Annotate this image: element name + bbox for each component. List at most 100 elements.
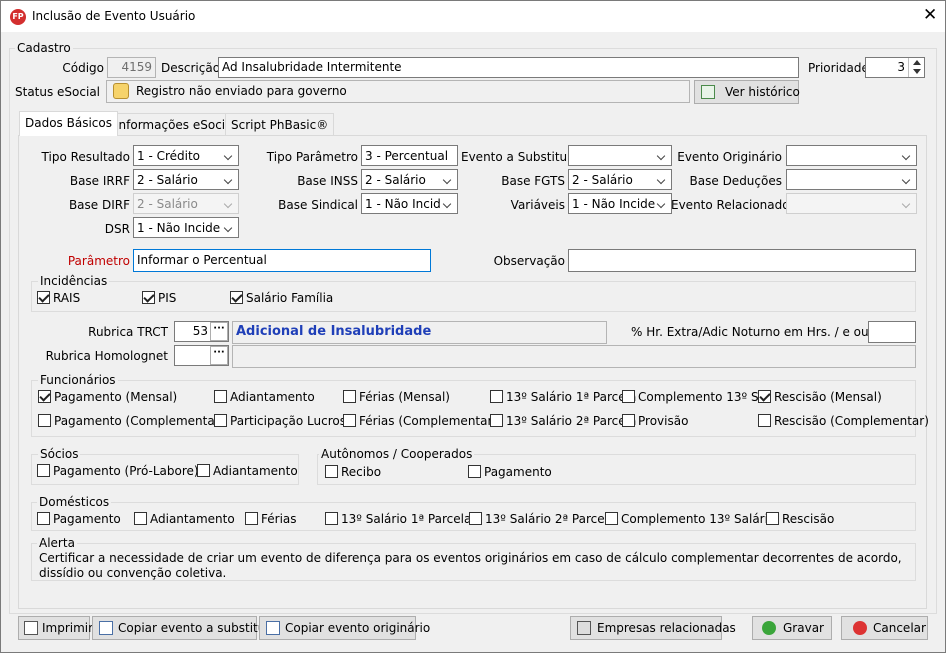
checkbox-icon[interactable]	[622, 390, 635, 403]
autonomos-pagamento-checkbox[interactable]: Pagamento	[468, 465, 552, 479]
pagamento-pro-labore-checkbox[interactable]: Pagamento (Pró-Labore)	[37, 464, 199, 478]
checkbox-icon[interactable]	[468, 465, 481, 478]
checkbox-icon[interactable]	[134, 512, 147, 525]
spin-down-icon[interactable]	[913, 69, 921, 74]
dom-adiantamento-checkbox[interactable]: Adiantamento	[134, 512, 235, 526]
checkbox-icon[interactable]	[37, 464, 50, 477]
tipo-resultado-value: 1 - Crédito	[137, 149, 201, 163]
checkbox-icon[interactable]	[605, 512, 618, 525]
dom-rescisao-checkbox[interactable]: Rescisão	[766, 512, 834, 526]
dom-complemento-13-checkbox[interactable]: Complemento 13º Salário	[605, 512, 775, 526]
checkbox-checked-icon[interactable]	[758, 390, 771, 403]
base-sindical-select[interactable]: 1 - Não Incide	[361, 193, 458, 214]
pagamento-mensal-checkbox[interactable]: Pagamento (Mensal)	[38, 390, 177, 404]
cancelar-button[interactable]: Cancelar	[841, 616, 928, 640]
chevron-down-icon[interactable]	[439, 195, 456, 212]
rais-checkbox[interactable]: RAIS	[37, 291, 80, 305]
base-irrf-select[interactable]: 2 - Salário	[133, 169, 239, 190]
ver-historico-button[interactable]: Ver histórico	[694, 80, 800, 104]
evento-substituir-select[interactable]	[568, 145, 672, 166]
dom-ferias-checkbox[interactable]: Férias	[245, 512, 297, 526]
variaveis-select[interactable]: 1 - Não Incide	[568, 193, 672, 214]
checkbox-icon[interactable]	[766, 512, 779, 525]
rubrica-trct-description: Adicional de Insalubridade	[232, 321, 607, 344]
checkbox-checked-icon[interactable]	[230, 291, 243, 304]
copiar-evento-originario-button[interactable]: Copiar evento originário	[259, 616, 430, 640]
prioridade-spinner[interactable]	[908, 58, 924, 77]
checkbox-icon[interactable]	[758, 414, 771, 427]
descricao-field[interactable]: Ad Insalubridade Intermitente	[218, 57, 799, 78]
dsr-select[interactable]: 1 - Não Incide	[133, 217, 239, 238]
copiar-evento-substituir-button[interactable]: Copiar evento a substituir	[92, 616, 274, 640]
checkbox-checked-icon[interactable]	[38, 390, 51, 403]
participacao-lucros-checkbox[interactable]: Participação Lucros	[214, 414, 346, 428]
chevron-down-icon[interactable]	[653, 171, 670, 188]
hr-extra-field[interactable]	[868, 321, 916, 343]
ferias-mensal-checkbox[interactable]: Férias (Mensal)	[343, 390, 450, 404]
checkbox-icon[interactable]	[245, 512, 258, 525]
chevron-down-icon[interactable]	[220, 147, 237, 164]
chevron-down-icon[interactable]	[220, 219, 237, 236]
spin-up-icon[interactable]	[913, 60, 921, 65]
rubrica-homolognet-lookup-button[interactable]: ···	[210, 346, 228, 365]
checkbox-icon[interactable]	[37, 512, 50, 525]
observacao-field[interactable]	[568, 249, 916, 272]
chevron-down-icon[interactable]	[220, 171, 237, 188]
imprimir-button[interactable]: Imprimir	[18, 616, 93, 640]
checkbox-icon[interactable]	[197, 464, 210, 477]
chevron-down-icon[interactable]	[898, 171, 915, 188]
checkbox-icon[interactable]	[490, 414, 503, 427]
13-salario-2-parcela-label: 13º Salário 2ª Parcela	[506, 414, 637, 428]
tab-dados-basicos[interactable]: Dados Básicos	[19, 111, 118, 136]
checkbox-icon[interactable]	[325, 465, 338, 478]
dsr-value: 1 - Não Incide	[137, 221, 221, 235]
socios-adiantamento-checkbox[interactable]: Adiantamento	[197, 464, 298, 478]
checkbox-icon[interactable]	[38, 414, 51, 427]
rescisao-mensal-checkbox[interactable]: Rescisão (Mensal)	[758, 390, 882, 404]
checkbox-icon[interactable]	[214, 414, 227, 427]
rubrica-trct-lookup-button[interactable]: ···	[210, 322, 228, 341]
tab-informacoes-esocial[interactable]: Informações eSocial	[109, 113, 242, 135]
chevron-down-icon	[220, 195, 237, 212]
checkbox-icon[interactable]	[343, 414, 356, 427]
dom-13-1-label: 13º Salário 1ª Parcela	[341, 512, 472, 526]
salario-familia-checkbox[interactable]: Salário Família	[230, 291, 333, 305]
complemento-13-checkbox[interactable]: Complemento 13º Sal	[622, 390, 769, 404]
base-inss-select[interactable]: 2 - Salário	[361, 169, 458, 190]
codigo-field[interactable]: 4159	[107, 57, 156, 78]
checkbox-icon[interactable]	[325, 512, 338, 525]
chevron-down-icon[interactable]	[653, 195, 670, 212]
base-fgts-select[interactable]: 2 - Salário	[568, 169, 672, 190]
parametro-field[interactable]: Informar o Percentual	[133, 249, 431, 272]
pis-checkbox[interactable]: PIS	[142, 291, 176, 305]
evento-originario-select[interactable]	[786, 145, 917, 166]
dom-13-1-checkbox[interactable]: 13º Salário 1ª Parcela	[325, 512, 471, 526]
chevron-down-icon[interactable]	[439, 171, 456, 188]
chevron-down-icon[interactable]	[653, 147, 670, 164]
checkbox-icon[interactable]	[622, 414, 635, 427]
13-salario-1-parcela-checkbox[interactable]: 13º Salário 1ª Parcela	[490, 390, 636, 404]
checkbox-icon[interactable]	[469, 512, 482, 525]
ferias-complementar-checkbox[interactable]: Férias (Complementar)	[343, 414, 497, 428]
checkbox-icon[interactable]	[490, 390, 503, 403]
checkbox-checked-icon[interactable]	[142, 291, 155, 304]
chevron-down-icon[interactable]	[898, 147, 915, 164]
tipo-resultado-select[interactable]: 1 - Crédito	[133, 145, 239, 166]
checkbox-icon[interactable]	[214, 390, 227, 403]
empresas-relacionadas-button[interactable]: Empresas relacionadas	[570, 616, 736, 640]
adiantamento-checkbox[interactable]: Adiantamento	[214, 390, 315, 404]
tab-script-phbasic[interactable]: Script PhBasic®	[225, 113, 335, 135]
recibo-checkbox[interactable]: Recibo	[325, 465, 381, 479]
rescisao-complementar-checkbox[interactable]: Rescisão (Complementar)	[758, 414, 929, 428]
base-deducoes-select[interactable]	[786, 169, 917, 190]
tipo-parametro-select[interactable]: 3 - Percentual	[361, 145, 458, 166]
dom-13-2-checkbox[interactable]: 13º Salário 2ª Parcela	[469, 512, 615, 526]
pagamento-complementar-checkbox[interactable]: Pagamento (Complementar)	[38, 414, 224, 428]
provisao-checkbox[interactable]: Provisão	[622, 414, 688, 428]
dom-pagamento-checkbox[interactable]: Pagamento	[37, 512, 121, 526]
close-icon[interactable]: ✕	[923, 5, 937, 25]
gravar-button[interactable]: Gravar	[752, 616, 832, 640]
checkbox-icon[interactable]	[343, 390, 356, 403]
13-salario-2-parcela-checkbox[interactable]: 13º Salário 2ª Parcela	[490, 414, 636, 428]
checkbox-checked-icon[interactable]	[37, 291, 50, 304]
